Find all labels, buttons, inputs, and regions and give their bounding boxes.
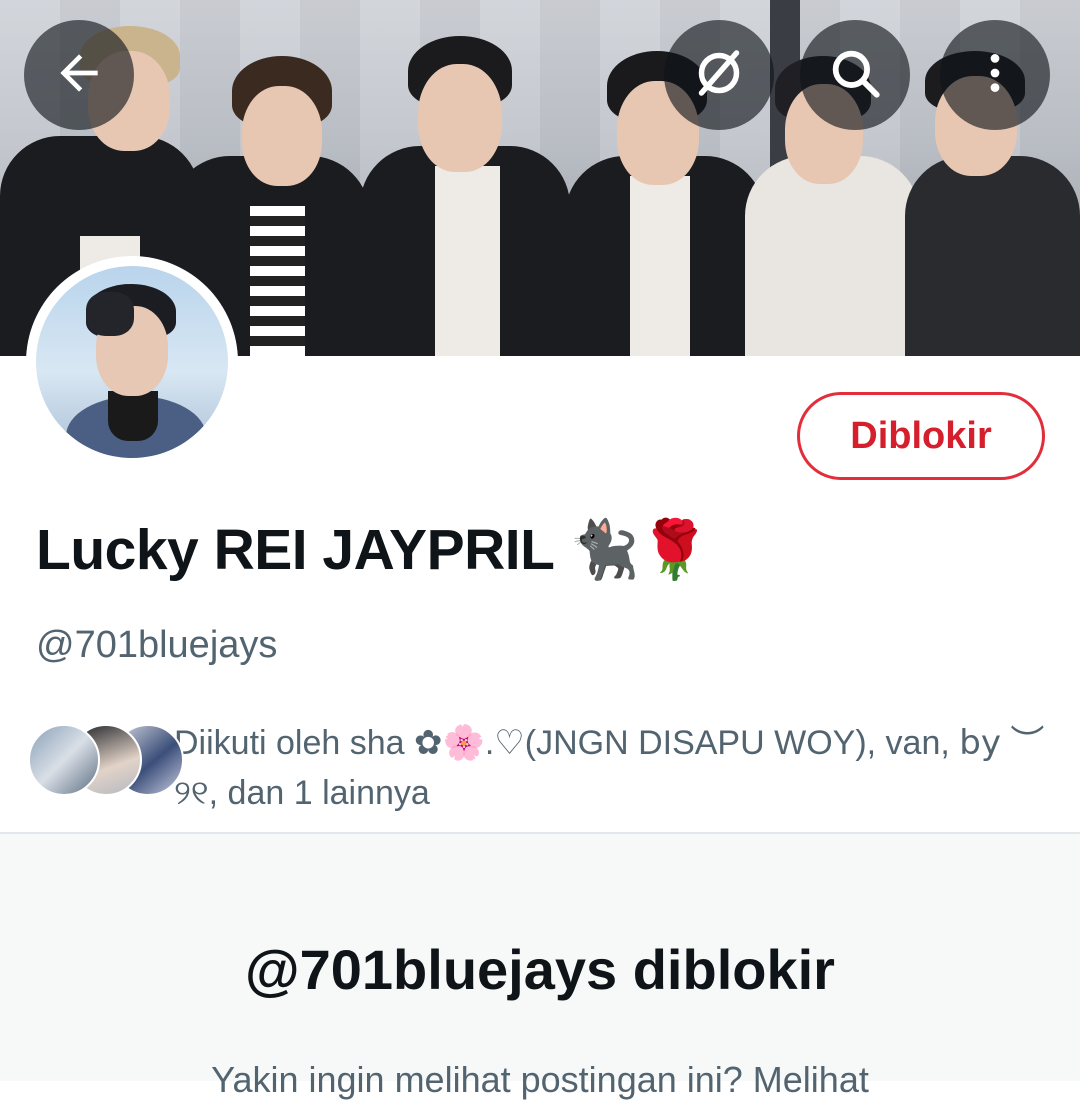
follower-avatars xyxy=(28,724,184,796)
more-vertical-icon xyxy=(970,48,1020,103)
arrow-left-icon xyxy=(51,45,107,106)
blocked-button-label: Diblokir xyxy=(850,414,992,457)
blocked-button[interactable]: Diblokir xyxy=(797,392,1045,480)
blocked-notice-subtitle: Yakin ingin melihat postingan ini? Melih… xyxy=(211,1059,869,1100)
followed-by-section[interactable]: Diikuti oleh sha ✿🌸.♡(JNGN DISAPU WOY), … xyxy=(28,718,1058,812)
back-button[interactable] xyxy=(24,20,134,130)
search-button[interactable] xyxy=(800,20,910,130)
avatar xyxy=(28,724,100,796)
grok-button[interactable] xyxy=(664,20,774,130)
search-icon xyxy=(826,44,884,107)
avatar-image xyxy=(36,266,228,458)
profile-avatar[interactable] xyxy=(26,256,238,468)
more-button[interactable] xyxy=(940,20,1050,130)
followed-by-text: Diikuti oleh sha ✿🌸.♡(JNGN DISAPU WOY), … xyxy=(174,724,1045,812)
grok-icon xyxy=(689,43,749,108)
blocked-notice-title: @701bluejays diblokir xyxy=(245,938,835,1001)
banner-person xyxy=(360,36,570,356)
display-name: Lucky REI JAYPRIL 🐈‍⬛🌹 xyxy=(36,518,710,582)
profile-handle: @701bluejays xyxy=(36,624,278,666)
